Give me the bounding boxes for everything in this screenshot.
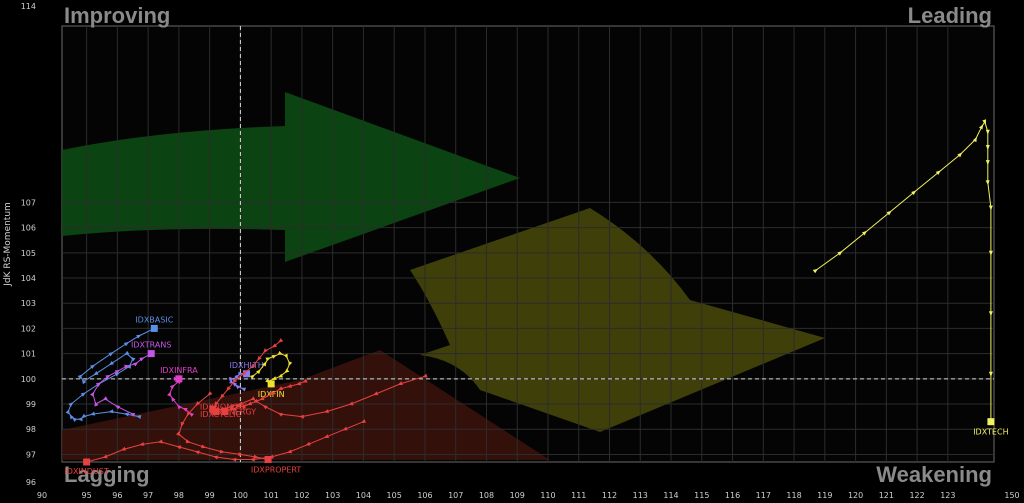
x-tick-label: 90 <box>37 491 47 500</box>
y-tick-label: 103 <box>21 299 36 308</box>
x-tick-label: 104 <box>356 491 371 500</box>
x-tick-label: 103 <box>325 491 340 500</box>
y-tick-label: 100 <box>21 375 36 384</box>
series-head-marker <box>83 458 91 466</box>
series-label-idxtrans: IDXTRANS <box>131 341 172 350</box>
series-head-marker <box>147 350 155 358</box>
x-tick-label: 108 <box>479 491 494 500</box>
x-tick-label: 112 <box>602 491 617 500</box>
x-tick-label: 116 <box>725 491 740 500</box>
x-tick-label: 113 <box>633 491 648 500</box>
y-axis-label: JdK RS-Momentum <box>3 202 13 287</box>
x-tick-label: 119 <box>817 491 832 500</box>
series-label-idxindust: IDXINDUST <box>64 467 108 476</box>
x-tick-label: 110 <box>540 491 555 500</box>
rrg-chart: Improving Leading Lagging Weakening JdK … <box>0 0 1024 503</box>
series-head-marker <box>150 324 158 332</box>
quadrant-label-leading: Leading <box>908 3 992 28</box>
x-tick-label: 107 <box>448 491 463 500</box>
x-tick-label: 105 <box>387 491 402 500</box>
x-tick-label: 101 <box>264 491 279 500</box>
y-tick-label: 106 <box>21 224 36 233</box>
x-tick-label: 117 <box>756 491 771 500</box>
series-head-marker <box>175 375 183 383</box>
x-tick-label: 96 <box>112 491 122 500</box>
series-head-marker <box>987 418 995 426</box>
series-label-idxtech: IDXTECH <box>973 428 1008 437</box>
x-tick-label: 121 <box>879 491 894 500</box>
x-tick-label: 114 <box>663 491 678 500</box>
y-tick-label: 96 <box>26 478 36 487</box>
series-label-idxpropert: IDXPROPERT <box>251 466 302 475</box>
x-tick-label: 120 <box>848 491 863 500</box>
y-tick-label: 99 <box>26 400 36 409</box>
x-tick-label: 123 <box>940 491 955 500</box>
series-label-idxcyclic: IDXCYCLIC <box>200 410 242 419</box>
quadrant-label-weakening: Weakening <box>876 462 992 487</box>
x-tick-label: 109 <box>510 491 525 500</box>
y-tick-label: 98 <box>26 425 36 434</box>
x-tick-label: 150 <box>1004 491 1019 500</box>
x-tick-label: 95 <box>82 491 92 500</box>
y-tick-label: 107 <box>21 198 36 207</box>
y-tick-label: 97 <box>26 450 36 459</box>
quadrant-label-improving: Improving <box>64 3 170 28</box>
series-label-idxinfra: IDXINFRA <box>160 366 198 375</box>
x-tick-label: 102 <box>294 491 309 500</box>
x-tick-label: 100 <box>233 491 248 500</box>
series-label-idxbasic: IDXBASIC <box>135 315 173 324</box>
series-head-marker <box>267 380 275 388</box>
y-tick-label: 104 <box>21 274 36 283</box>
x-tick-label: 122 <box>909 491 924 500</box>
series-label-idxhlth: IDXHLTH <box>229 361 263 370</box>
x-tick-label: 99 <box>205 491 215 500</box>
x-tick-label: 97 <box>143 491 153 500</box>
y-tick-label: 101 <box>21 350 36 359</box>
x-tick-label: 111 <box>571 491 586 500</box>
x-tick-label: 118 <box>786 491 801 500</box>
x-tick-label: 98 <box>174 491 184 500</box>
y-tick-label: 105 <box>21 249 36 258</box>
y-tick-label: 102 <box>21 324 36 333</box>
y-tick-label: 114 <box>21 2 36 11</box>
x-tick-label: 106 <box>417 491 432 500</box>
x-tick-label: 115 <box>694 491 709 500</box>
